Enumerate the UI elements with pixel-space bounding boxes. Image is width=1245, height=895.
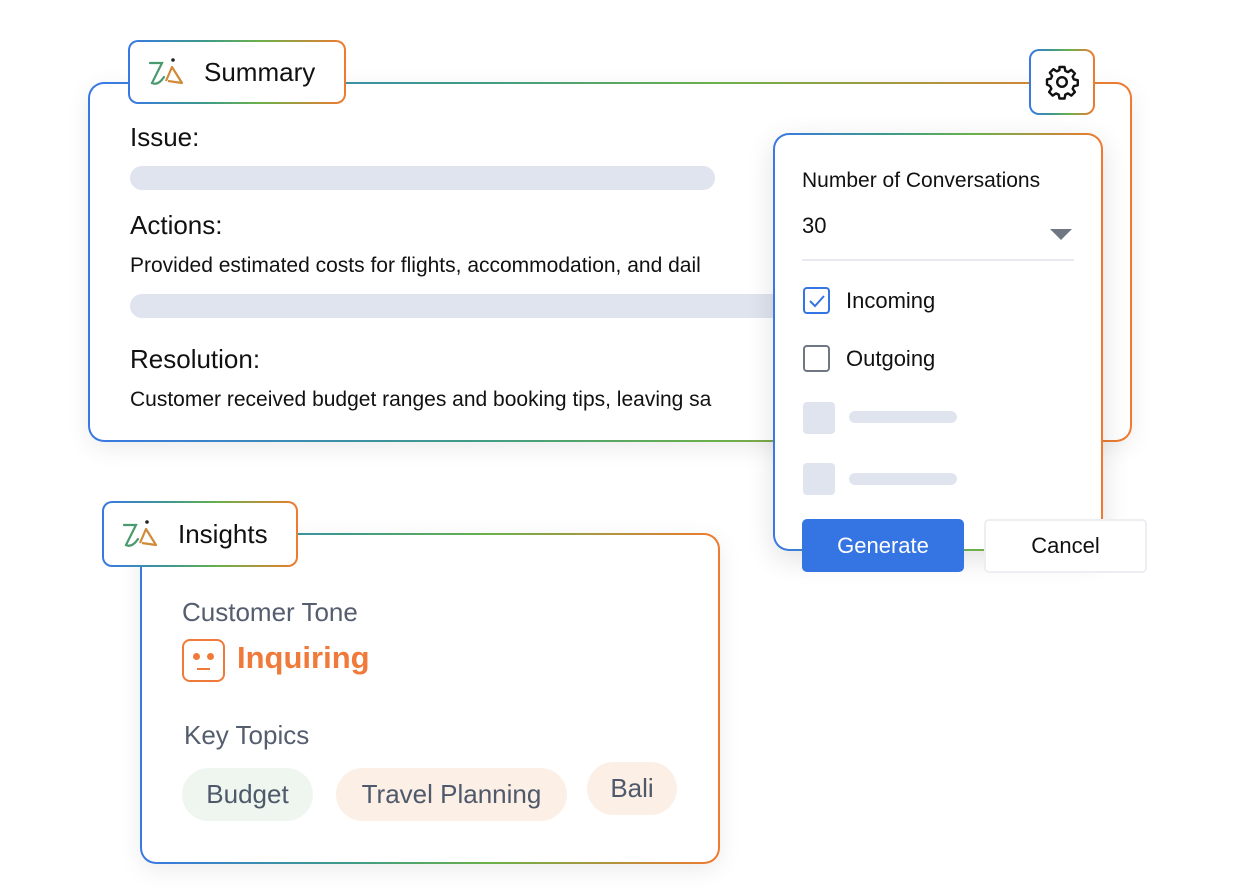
insights-tab-label: Insights (178, 518, 268, 549)
zia-logo-icon (148, 58, 184, 85)
zia-logo-icon (122, 520, 158, 547)
outgoing-checkbox[interactable] (803, 345, 830, 372)
issue-placeholder (130, 166, 715, 190)
settings-button[interactable] (1029, 49, 1095, 115)
generate-button[interactable]: Generate (802, 519, 964, 572)
actions-label: Actions: (130, 210, 223, 240)
placeholder-checkbox (803, 402, 835, 434)
customer-tone-label: Customer Tone (182, 597, 358, 627)
chevron-down-icon (1050, 229, 1072, 240)
placeholder-label (849, 411, 957, 423)
topic-chip[interactable]: Budget (182, 768, 313, 821)
cancel-button[interactable]: Cancel (984, 519, 1147, 573)
actions-placeholder (130, 294, 830, 318)
settings-popup: Number of Conversations 30 Incoming Outg… (773, 133, 1103, 551)
resolution-text: Customer received budget ranges and book… (130, 388, 712, 411)
placeholder-checkbox (803, 463, 835, 495)
check-icon (808, 294, 825, 307)
incoming-label: Incoming (846, 287, 936, 313)
insights-tab: Insights (102, 501, 298, 567)
outgoing-label: Outgoing (846, 345, 936, 371)
conversations-count-label: Number of Conversations (802, 169, 1041, 192)
key-topics-label: Key Topics (184, 720, 310, 750)
incoming-checkbox[interactable] (803, 287, 830, 314)
insights-card: Customer Tone Inquiring Key Topics Budge… (140, 533, 720, 864)
topic-chip[interactable]: Travel Planning (336, 768, 567, 821)
resolution-label: Resolution: (130, 344, 261, 374)
conversations-count-select[interactable]: 30 (802, 213, 1074, 261)
placeholder-label (849, 473, 957, 485)
topic-chip[interactable]: Bali (587, 762, 677, 815)
summary-tab-label: Summary (204, 56, 316, 87)
actions-text: Provided estimated costs for flights, ac… (130, 254, 701, 277)
gear-icon (1045, 65, 1079, 100)
selected-value: 30 (802, 213, 827, 238)
issue-label: Issue: (130, 122, 200, 152)
summary-tab: Summary (128, 40, 346, 104)
incoming-checkbox-row[interactable]: Incoming (803, 287, 935, 314)
outgoing-checkbox-row[interactable]: Outgoing (803, 345, 935, 372)
neutral-face-icon (182, 639, 225, 682)
customer-tone-value: Inquiring (237, 640, 370, 675)
